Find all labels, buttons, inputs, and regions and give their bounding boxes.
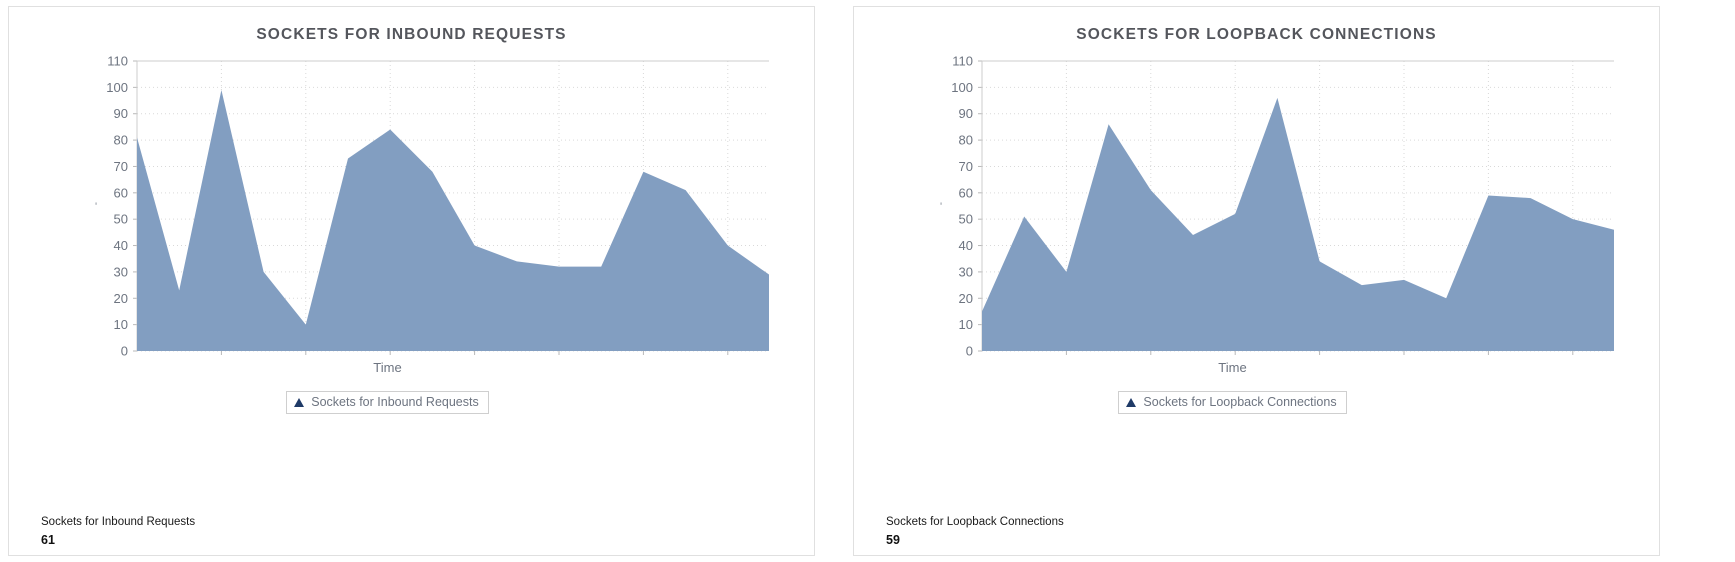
y-axis-tick-label: 20 [959, 291, 973, 306]
triangle-marker-icon [1126, 397, 1137, 407]
legend-item-label: Sockets for Loopback Connections [1143, 395, 1337, 409]
y-axis-tick-label: 10 [959, 317, 973, 332]
y-axis-unit-mark: ' [940, 201, 942, 213]
stat-value: 59 [886, 533, 900, 547]
legend-item[interactable]: Sockets for Inbound Requests [286, 391, 489, 414]
y-axis-tick-label: 50 [114, 212, 128, 227]
y-axis-tick-label: 70 [959, 159, 973, 174]
legend-item[interactable]: Sockets for Loopback Connections [1118, 391, 1347, 414]
y-axis-tick-label: 100 [106, 80, 128, 95]
y-axis-unit-mark: ' [95, 201, 97, 213]
y-axis-tick-label: 90 [114, 106, 128, 121]
area-chart-svg[interactable]: 010203040506070809010011002:0004:0006:00… [9, 55, 815, 360]
y-axis-tick-label: 30 [114, 264, 128, 279]
chart-title: SOCKETS FOR INBOUND REQUESTS [256, 26, 567, 43]
y-axis-tick-label: 60 [114, 185, 128, 200]
panel-sockets-inbound-requests: SOCKETS FOR INBOUND REQUESTS 0 10 20 30 40 50… [8, 6, 815, 556]
y-axis-tick-label: 100 [951, 80, 973, 95]
y-axis-tick-label: 70 [114, 159, 128, 174]
y-axis-tick-label: 80 [114, 133, 128, 148]
charts-dashboard: SOCKETS FOR INBOUND REQUESTS 0 10 20 30 40 50… [0, 0, 1735, 562]
footer-stat: Sockets for Loopback Connections 59 [886, 514, 1064, 549]
footer-stat: Sockets for Inbound Requests 61 [41, 514, 195, 549]
y-axis-tick-label: 90 [959, 106, 973, 121]
y-axis-tick-label: 110 [107, 55, 128, 69]
x-axis-title: Time [1218, 360, 1247, 375]
y-axis-tick-label: 50 [959, 212, 973, 227]
plot-area[interactable]: 010203040506070809010011002:0004:0006:00… [854, 55, 1659, 359]
y-axis-tick-label: 40 [959, 238, 973, 253]
y-axis-tick-label: 20 [114, 291, 128, 306]
legend[interactable]: Sockets for Inbound Requests [9, 391, 814, 414]
panel-sockets-loopback-connections: SOCKETS FOR LOOPBACK CONNECTIONS 0 10 20 30… [853, 6, 1660, 556]
y-axis-tick-label: 80 [959, 133, 973, 148]
y-axis-tick-label: 10 [114, 317, 128, 332]
legend-item-label: Sockets for Inbound Requests [311, 395, 479, 409]
series-area [982, 97, 1614, 351]
y-axis-tick-label: 0 [121, 344, 128, 359]
y-axis-tick-label: 60 [959, 185, 973, 200]
stat-label: Sockets for Loopback Connections [886, 516, 1064, 528]
stat-value: 61 [41, 533, 55, 547]
stat-label: Sockets for Inbound Requests [41, 516, 196, 528]
y-axis-tick-label: 30 [959, 264, 973, 279]
plot-area[interactable]: 010203040506070809010011002:0004:0006:00… [9, 55, 814, 359]
y-axis-tick-label: 0 [966, 344, 973, 359]
series-area [137, 90, 769, 351]
triangle-marker-icon [294, 397, 305, 407]
y-axis-tick-label: 40 [114, 238, 128, 253]
legend[interactable]: Sockets for Loopback Connections [854, 391, 1659, 414]
x-axis-title: Time [373, 360, 402, 375]
chart-title: SOCKETS FOR LOOPBACK CONNECTIONS [1076, 26, 1437, 43]
area-chart-svg[interactable]: 010203040506070809010011002:0004:0006:00… [854, 55, 1660, 360]
y-axis-tick-label: 110 [952, 55, 973, 69]
